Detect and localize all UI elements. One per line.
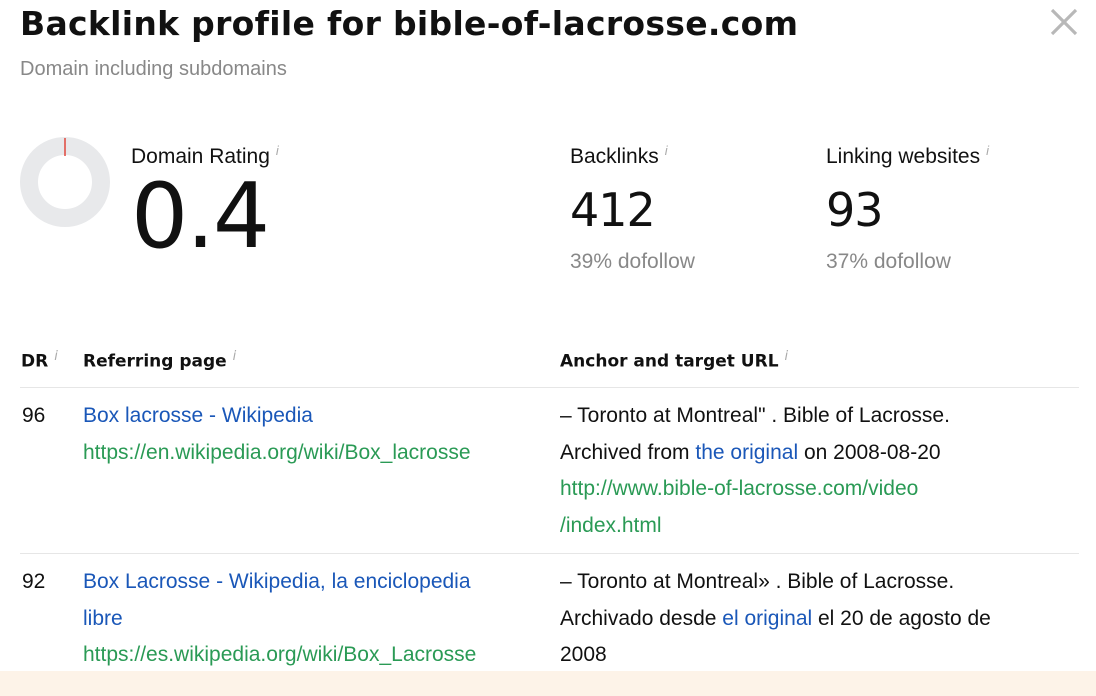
anchor-link[interactable]: el original (722, 607, 812, 630)
column-header-dr[interactable]: DR i (21, 349, 58, 372)
referring-page-title-link-cont[interactable]: libre (83, 607, 123, 630)
anchor-text: 2008 (560, 643, 607, 666)
info-icon[interactable]: i (276, 143, 279, 158)
referring-page-cell: Box Lacrosse - Wikipedia, la enciclopedi… (83, 564, 543, 674)
anchor-text: el 20 de agosto de (812, 606, 991, 630)
table-divider (20, 553, 1079, 554)
footer-bar (0, 671, 1096, 696)
anchor-text: – Toronto at Montreal» . Bible of Lacros… (560, 570, 955, 593)
info-icon[interactable]: i (785, 349, 789, 364)
referring-page-url-link[interactable]: https://es.wikipedia.org/wiki/Box_Lacros… (83, 643, 476, 666)
referring-page-cell: Box lacrosse - Wikipedia https://en.wiki… (83, 398, 543, 471)
domain-rating-donut (20, 137, 110, 227)
linking-websites-value: 93 (826, 183, 884, 237)
info-icon[interactable]: i (54, 349, 58, 364)
info-icon[interactable]: i (233, 349, 237, 364)
info-icon[interactable]: i (986, 143, 989, 158)
anchor-cell: – Toronto at Montreal» . Bible of Lacros… (560, 564, 1080, 674)
page-title: Backlink profile for bible-of-lacrosse.c… (20, 4, 799, 43)
row-dr: 96 (22, 404, 46, 427)
page-subtitle: Domain including subdomains (20, 58, 287, 80)
anchor-text: – Toronto at Montreal" . Bible of Lacros… (560, 404, 950, 427)
column-header-anchor[interactable]: Anchor and target URL i (560, 349, 788, 372)
referring-page-url-link[interactable]: https://en.wikipedia.org/wiki/Box_lacros… (83, 441, 471, 464)
close-icon (1050, 8, 1078, 36)
anchor-cell: – Toronto at Montreal" . Bible of Lacros… (560, 398, 1080, 544)
backlinks-dofollow: 39% dofollow (570, 250, 695, 273)
referring-page-title-link[interactable]: Box lacrosse - Wikipedia (83, 404, 313, 427)
target-url-link[interactable]: http://www.bible-of-lacrosse.com/video (560, 477, 918, 500)
linking-websites-dofollow: 37% dofollow (826, 250, 951, 273)
linking-websites-label: Linking websites i (826, 143, 989, 168)
anchor-link[interactable]: the original (695, 441, 798, 464)
donut-track (20, 137, 110, 227)
anchor-text: on 2008-08-20 (798, 440, 941, 464)
backlinks-label: Backlinks i (570, 143, 668, 168)
table-divider (20, 387, 1079, 388)
info-icon[interactable]: i (665, 143, 668, 158)
referring-page-title-link[interactable]: Box Lacrosse - Wikipedia, la enciclopedi… (83, 570, 471, 593)
row-dr: 92 (22, 570, 46, 593)
domain-rating-value: 0.4 (131, 164, 270, 269)
anchor-text: Archived from (560, 440, 696, 464)
backlinks-value: 412 (570, 183, 656, 237)
anchor-text: Archivado desde (560, 606, 723, 630)
target-url-link-cont[interactable]: /index.html (560, 514, 662, 537)
column-header-referring-page[interactable]: Referring page i (83, 349, 236, 372)
close-button[interactable] (1046, 4, 1082, 40)
